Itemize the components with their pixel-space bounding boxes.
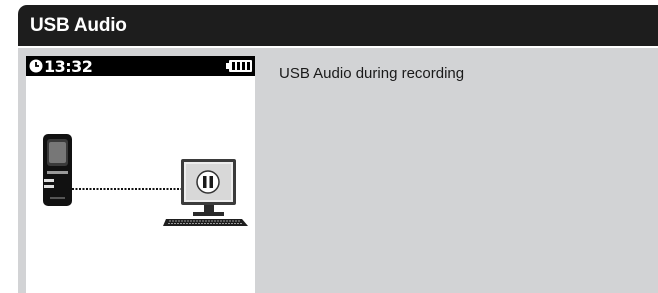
pause-icon: [196, 170, 220, 194]
clock-icon: [29, 59, 43, 73]
status-bar: 13:32: [26, 56, 255, 76]
usb-audio-panel: USB Audio 13:32 USB Audio during recordi…: [18, 5, 658, 293]
clock-time: 13:32: [44, 57, 93, 76]
device-screen: 13:32: [26, 56, 255, 293]
caption-text: USB Audio during recording: [279, 65, 465, 82]
usb-connection-illustration: [43, 134, 248, 226]
section-title: USB Audio: [30, 15, 127, 36]
section-body: 13:32 USB Audio during recording: [18, 48, 658, 293]
battery-icon: [226, 60, 252, 72]
section-header: USB Audio: [18, 5, 658, 46]
recorder-device-icon: [43, 134, 72, 206]
